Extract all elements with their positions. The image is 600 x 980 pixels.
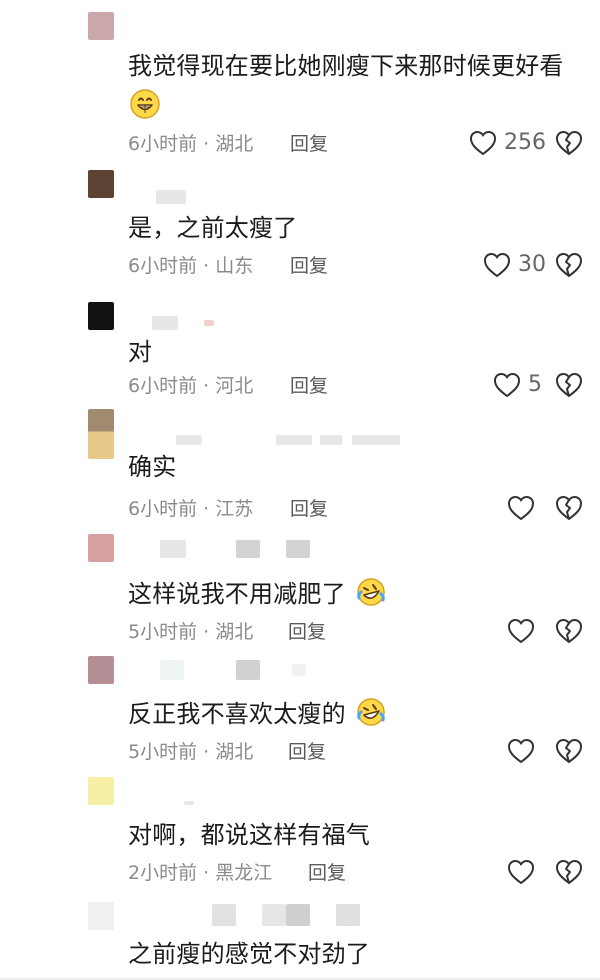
broken-heart-icon[interactable] <box>554 370 584 400</box>
comment-item-4: 确实 6小时前 · 江苏 回复 <box>0 405 600 525</box>
comment-text: 这样说我不用减肥了 <box>128 576 556 610</box>
broken-heart-icon[interactable] <box>554 616 584 646</box>
blurred-name <box>176 435 202 445</box>
location: 河北 <box>215 375 254 397</box>
comment-list: 我觉得现在要比她刚瘦下来那时候更好看 6小时前 · 湖北 回复 256 是，之前… <box>0 0 600 980</box>
broken-heart-icon[interactable] <box>554 857 584 887</box>
blurred-name <box>212 904 236 926</box>
like-area: 30 <box>430 250 600 280</box>
reply-button[interactable]: 回复 <box>288 618 326 646</box>
reply-button[interactable]: 回复 <box>290 495 328 523</box>
comment-text: 反正我不喜欢太瘦的 <box>128 696 556 730</box>
comment-item-7: 对啊，都说这样有福气 2小时前 · 黑龙江 回复 <box>0 775 600 895</box>
avatar[interactable] <box>88 534 114 562</box>
timestamp: 5小时前 <box>128 621 198 643</box>
comment-meta: 5小时前 · 湖北 <box>128 738 253 766</box>
comment-item-8: 之前瘦的感觉不对劲了 <box>0 900 600 980</box>
blurred-name <box>160 660 184 680</box>
heart-icon[interactable] <box>482 250 512 280</box>
comment-meta: 2小时前 · 黑龙江 <box>128 859 272 887</box>
like-area: 5 <box>430 370 600 400</box>
comment-item-6: 反正我不喜欢太瘦的 5小时前 · 湖北 回复 <box>0 650 600 770</box>
comment-item-2: 是，之前太瘦了 6小时前 · 山东 回复 30 <box>0 150 600 278</box>
comment-meta: 5小时前 · 湖北 <box>128 618 253 646</box>
avatar[interactable] <box>88 409 114 459</box>
meta-separator: · <box>203 862 210 884</box>
meta-separator: · <box>203 255 210 277</box>
broken-heart-icon[interactable] <box>554 736 584 766</box>
broken-heart-icon[interactable] <box>554 493 584 523</box>
avatar[interactable] <box>88 302 114 330</box>
location: 江苏 <box>215 498 254 520</box>
comment-text: 是，之前太瘦了 <box>128 214 298 242</box>
timestamp: 6小时前 <box>128 255 198 277</box>
timestamp: 5小时前 <box>128 741 198 763</box>
like-area <box>430 493 600 523</box>
blurred-name <box>352 435 400 445</box>
blurred-name <box>236 540 260 558</box>
like-count: 5 <box>528 372 542 397</box>
avatar[interactable] <box>88 777 114 805</box>
heart-icon[interactable] <box>506 857 536 887</box>
like-area <box>430 616 600 646</box>
comment-text-part: 这样说我不用减肥了 <box>128 580 346 608</box>
location: 山东 <box>215 255 254 277</box>
comment-text: 确实 <box>128 453 177 481</box>
avatar[interactable] <box>88 170 114 198</box>
blurred-name <box>336 904 360 926</box>
comment-text: 对 <box>128 338 153 366</box>
comment-text-part: 反正我不喜欢太瘦的 <box>128 700 346 728</box>
reply-button[interactable]: 回复 <box>308 859 346 887</box>
meta-separator: · <box>203 741 210 763</box>
blurred-name <box>286 540 310 558</box>
comment-item-3: 对 6小时前 · 河北 回复 5 <box>0 280 600 400</box>
blurred-name <box>160 540 186 558</box>
meta-separator: · <box>203 621 210 643</box>
timestamp: 6小时前 <box>128 498 198 520</box>
like-area <box>430 736 600 766</box>
location: 黑龙江 <box>215 862 273 884</box>
blurred-name <box>204 320 214 326</box>
blurred-name <box>184 801 194 805</box>
blurred-name <box>292 664 306 676</box>
timestamp: 6小时前 <box>128 375 198 397</box>
blurred-name <box>236 660 260 680</box>
heart-icon[interactable] <box>506 493 536 523</box>
location: 湖北 <box>215 741 254 763</box>
blurred-name <box>156 190 186 204</box>
comment-item-1: 我觉得现在要比她刚瘦下来那时候更好看 6小时前 · 湖北 回复 256 <box>0 0 600 156</box>
timestamp: 2小时前 <box>128 862 198 884</box>
comment-text: 对啊，都说这样有福气 <box>128 821 370 849</box>
heart-icon[interactable] <box>506 616 536 646</box>
heart-icon[interactable] <box>506 736 536 766</box>
blurred-name <box>286 904 310 926</box>
rolling-on-the-floor-laughing-emoji <box>356 578 385 606</box>
like-count: 30 <box>518 252 546 277</box>
blurred-name <box>152 316 178 330</box>
comment-meta: 6小时前 · 江苏 <box>128 495 253 523</box>
meta-separator: · <box>203 375 210 397</box>
comment-item-5: 这样说我不用减肥了 5小时前 · 湖北 回复 <box>0 530 600 650</box>
broken-heart-icon[interactable] <box>554 250 584 280</box>
avatar[interactable] <box>88 656 114 684</box>
grinning-face-emoji <box>130 89 160 119</box>
like-area <box>430 857 600 887</box>
heart-icon[interactable] <box>492 370 522 400</box>
reply-button[interactable]: 回复 <box>290 252 328 280</box>
reply-button[interactable]: 回复 <box>288 738 326 766</box>
meta-separator: · <box>203 498 210 520</box>
comment-text: 之前瘦的感觉不对劲了 <box>128 940 370 968</box>
comment-meta: 6小时前 · 山东 <box>128 252 253 280</box>
location: 湖北 <box>215 621 254 643</box>
comment-meta: 6小时前 · 河北 <box>128 372 253 400</box>
blurred-name <box>320 435 342 445</box>
rolling-on-the-floor-laughing-emoji <box>356 698 385 726</box>
avatar[interactable] <box>88 902 114 930</box>
emoji-line <box>128 88 161 122</box>
reply-button[interactable]: 回复 <box>290 372 328 400</box>
blurred-name <box>276 435 312 445</box>
comment-text: 我觉得现在要比她刚瘦下来那时候更好看 <box>128 52 564 80</box>
avatar[interactable] <box>88 12 114 40</box>
blurred-name <box>262 904 286 926</box>
